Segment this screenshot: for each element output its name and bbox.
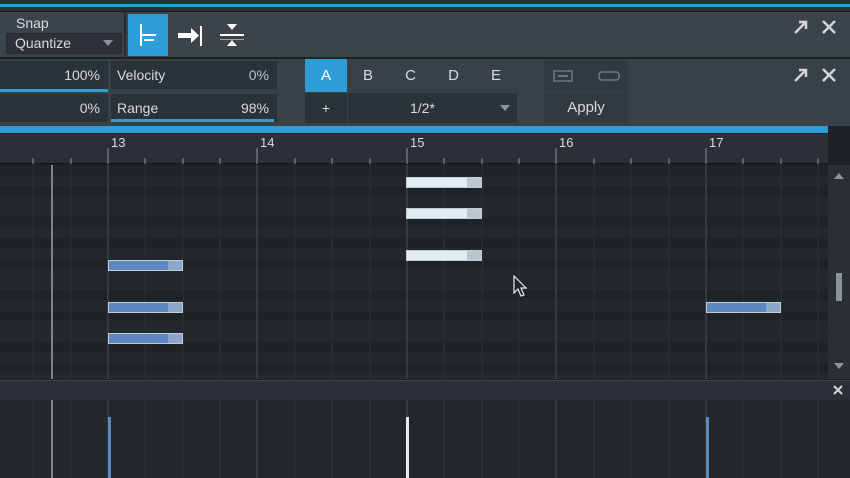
group-button-b[interactable]: B	[347, 59, 389, 92]
piano-roll-grid[interactable]	[0, 165, 828, 379]
group-button-e[interactable]: E	[475, 59, 517, 92]
editor-accent-bar	[0, 126, 828, 133]
expand-icon[interactable]	[792, 18, 810, 41]
bar-label-17: 17	[709, 135, 724, 150]
snap-end-icon	[178, 26, 202, 46]
group-button-c[interactable]: C	[389, 59, 432, 92]
window-top-trim	[0, 0, 850, 12]
bar-label-15: 15	[410, 135, 425, 150]
expand-icon[interactable]	[792, 66, 810, 89]
velocity-label: Velocity	[117, 67, 166, 83]
range-field[interactable]: Range 98%	[111, 94, 277, 122]
velocity-field[interactable]: Velocity 0%	[111, 61, 277, 89]
chevron-up-icon	[834, 173, 844, 179]
snap-grid-icon	[140, 24, 156, 46]
chevron-down-icon	[834, 363, 844, 369]
strength-value: 100%	[64, 67, 100, 83]
bar-label-16: 16	[559, 135, 574, 150]
swing-value: 0%	[79, 100, 100, 116]
add-group-button[interactable]: +	[305, 93, 347, 123]
snap-label: Snap	[16, 15, 49, 31]
midi-note[interactable]	[706, 302, 781, 313]
group-button-a[interactable]: A	[305, 59, 347, 92]
group-button-d[interactable]: D	[432, 59, 475, 92]
velocity-value: 0%	[248, 67, 269, 83]
range-bar	[111, 119, 274, 122]
snap-grid-button[interactable]	[128, 14, 168, 56]
vertical-scrollbar[interactable]	[828, 165, 850, 379]
midi-note[interactable]	[406, 208, 482, 219]
close-icon[interactable]	[820, 18, 838, 41]
quantize-select[interactable]: Quantize	[6, 33, 122, 54]
strength-bar	[0, 89, 108, 92]
close-icon[interactable]	[820, 66, 838, 89]
snap-split-icon	[220, 24, 244, 46]
bar-label-13: 13	[111, 135, 126, 150]
midi-note[interactable]	[406, 250, 482, 261]
velocity-stem[interactable]	[108, 417, 111, 478]
range-label: Range	[117, 100, 159, 116]
apply-button[interactable]: Apply	[544, 93, 628, 123]
swing-field[interactable]: 0%	[0, 94, 108, 122]
strength-field[interactable]: 100%	[0, 61, 108, 89]
timeline-ruler[interactable]: 13 14 15 16 17	[0, 134, 828, 164]
snap-end-button[interactable]	[170, 14, 210, 56]
quantize-tool-buttons	[544, 61, 628, 92]
mouse-cursor-icon	[513, 275, 528, 297]
midi-note[interactable]	[108, 302, 183, 313]
bar-label-14: 14	[260, 135, 275, 150]
quantize-value: 1/2*	[410, 100, 435, 116]
range-value: 98%	[240, 100, 269, 116]
velocity-stem[interactable]	[406, 417, 409, 478]
snap-split-button[interactable]	[212, 14, 252, 56]
chevron-down-icon	[500, 105, 510, 111]
midi-note[interactable]	[108, 260, 183, 271]
velocity-lane[interactable]	[0, 380, 850, 478]
quantize-label: Quantize	[15, 35, 72, 51]
midi-note[interactable]	[406, 177, 482, 188]
quantize-value-select[interactable]: 1/2*	[348, 93, 517, 123]
chevron-down-icon	[103, 40, 113, 46]
velocity-stem[interactable]	[706, 417, 709, 478]
midi-note[interactable]	[108, 333, 183, 344]
